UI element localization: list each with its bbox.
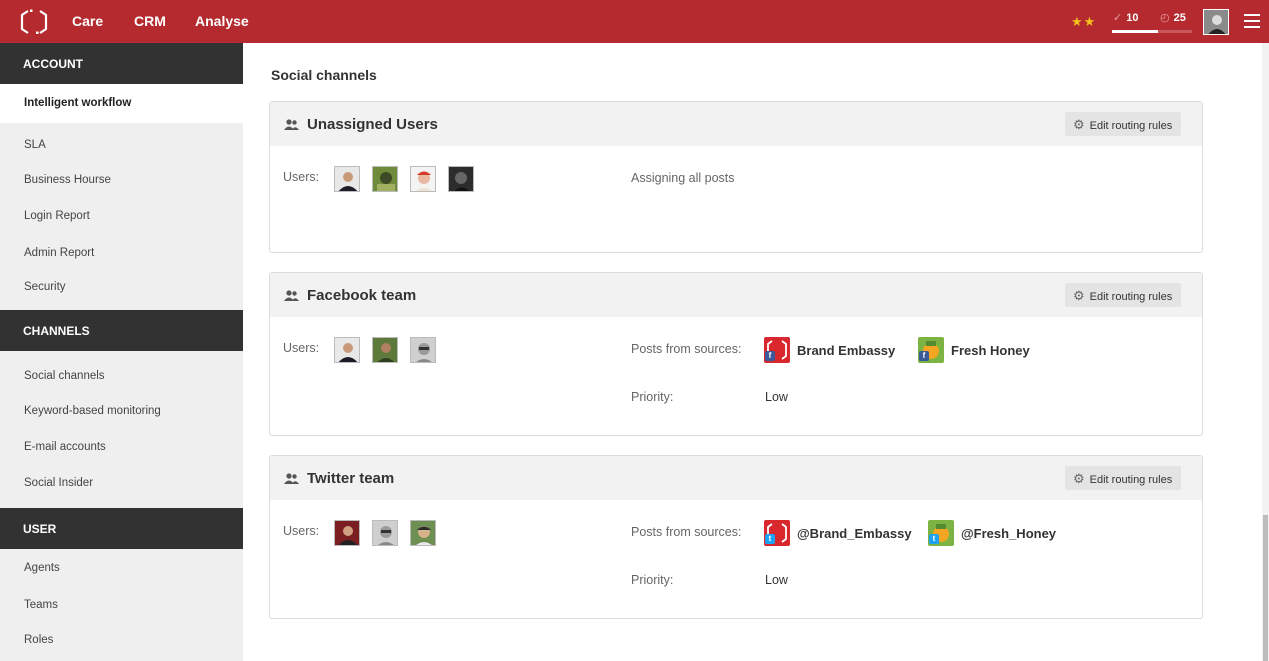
- checks-count: 10: [1126, 12, 1139, 24]
- sidebar-section-account: ACCOUNT: [0, 43, 243, 84]
- edit-routing-rules-button[interactable]: ⚙ Edit routing rules: [1065, 283, 1182, 307]
- clock-icon: ◴: [1160, 12, 1170, 24]
- top-navigation-bar: Care CRM Analyse ★★ ✓ 10 ◴ 25: [0, 0, 1269, 43]
- users-icon: [284, 290, 299, 301]
- nav-care[interactable]: Care: [72, 13, 103, 29]
- twitter-icon: t: [765, 534, 775, 544]
- checks-progress-bar: [1112, 30, 1192, 33]
- source-fresh-honey-facebook[interactable]: f Fresh Honey: [918, 337, 1048, 363]
- sidebar-item-business-hours[interactable]: Business Hourse: [24, 174, 111, 186]
- brand-logo[interactable]: [19, 9, 49, 35]
- users-label: Users:: [283, 524, 320, 538]
- avatar[interactable]: [334, 520, 360, 546]
- sidebar-item-social-channels[interactable]: Social channels: [24, 370, 105, 382]
- edit-routing-rules-label: Edit routing rules: [1089, 291, 1173, 303]
- source-name: @Brand_Embassy: [797, 526, 912, 541]
- checks-progress-fill: [1112, 30, 1159, 33]
- source-name: Brand Embassy: [797, 343, 896, 358]
- avatar[interactable]: [410, 520, 436, 546]
- card-title: Twitter team: [307, 470, 395, 487]
- users-icon: [284, 473, 299, 484]
- sidebar-section-channels: CHANNELS: [0, 310, 243, 351]
- assignment-text: Assigning all posts: [631, 171, 735, 185]
- team-card-twitter: Twitter team ⚙ Edit routing rules Users: …: [269, 455, 1203, 619]
- users-label: Users:: [283, 170, 320, 184]
- avatar[interactable]: [334, 166, 360, 192]
- avatar[interactable]: [448, 166, 474, 192]
- card-header: Facebook team ⚙ Edit routing rules: [270, 273, 1202, 317]
- avatar[interactable]: [372, 520, 398, 546]
- card-title: Unassigned Users: [307, 116, 438, 133]
- timer-counter[interactable]: ◴ 25: [1160, 11, 1186, 24]
- team-card-unassigned: Unassigned Users ⚙ Edit routing rules Use…: [269, 101, 1203, 253]
- facebook-icon: f: [919, 351, 929, 361]
- source-brand-embassy-facebook[interactable]: f Brand Embassy: [764, 337, 904, 363]
- menu-icon[interactable]: [1244, 14, 1260, 28]
- page-title: Social channels: [271, 67, 377, 83]
- team-card-facebook: Facebook team ⚙ Edit routing rules Users:…: [269, 272, 1203, 436]
- priority-label: Priority:: [631, 573, 674, 587]
- priority-value: Low: [765, 390, 788, 404]
- priority-label: Priority:: [631, 390, 674, 404]
- edit-routing-rules-button[interactable]: ⚙ Edit routing rules: [1065, 112, 1182, 136]
- source-brand-embassy-twitter[interactable]: t @Brand_Embassy: [764, 520, 914, 546]
- sidebar-item-teams[interactable]: Teams: [24, 599, 58, 611]
- timer-count: 25: [1173, 12, 1186, 24]
- sidebar-item-admin-report[interactable]: Admin Report: [24, 247, 94, 259]
- avatar[interactable]: [372, 337, 398, 363]
- check-icon: ✓: [1113, 12, 1123, 24]
- facebook-icon: f: [765, 351, 775, 361]
- sidebar-item-keyword-monitoring[interactable]: Keyword-based monitoring: [24, 405, 161, 417]
- avatar[interactable]: [372, 166, 398, 192]
- sidebar-section-user: USER: [0, 508, 243, 549]
- nav-crm[interactable]: CRM: [134, 13, 166, 29]
- source-name: Fresh Honey: [951, 343, 1030, 358]
- gear-icon: ⚙: [1073, 117, 1085, 132]
- edit-routing-rules-label: Edit routing rules: [1089, 120, 1173, 132]
- avatar[interactable]: [410, 337, 436, 363]
- edit-routing-rules-label: Edit routing rules: [1089, 474, 1173, 486]
- sidebar-item-intelligent-workflow[interactable]: Intelligent workflow: [0, 84, 243, 123]
- edit-routing-rules-button[interactable]: ⚙ Edit routing rules: [1065, 466, 1182, 490]
- sidebar-item-security[interactable]: Security: [24, 281, 66, 293]
- card-header: Twitter team ⚙ Edit routing rules: [270, 456, 1202, 500]
- users-icon: [284, 119, 299, 130]
- nav-analyse[interactable]: Analyse: [195, 13, 249, 29]
- card-header: Unassigned Users ⚙ Edit routing rules: [270, 102, 1202, 146]
- card-title: Facebook team: [307, 287, 417, 304]
- users-label: Users:: [283, 341, 320, 355]
- source-fresh-honey-twitter[interactable]: t @Fresh_Honey: [928, 520, 1068, 546]
- sidebar-item-social-insider[interactable]: Social Insider: [24, 477, 93, 489]
- sidebar-item-email-accounts[interactable]: E-mail accounts: [24, 441, 106, 453]
- sources-label: Posts from sources:: [631, 525, 742, 539]
- checks-counter[interactable]: ✓ 10: [1113, 11, 1138, 24]
- avatar[interactable]: [410, 166, 436, 192]
- rating-stars-icon[interactable]: ★★: [1071, 14, 1096, 30]
- twitter-icon: t: [929, 534, 939, 544]
- sidebar-item-sla[interactable]: SLA: [24, 139, 46, 151]
- avatar[interactable]: [334, 337, 360, 363]
- sidebar: ACCOUNT Intelligent workflow SLA Busines…: [0, 43, 243, 661]
- source-name: @Fresh_Honey: [961, 526, 1057, 541]
- user-avatar[interactable]: [1203, 9, 1229, 35]
- priority-value: Low: [765, 573, 788, 587]
- sidebar-item-login-report[interactable]: Login Report: [24, 210, 90, 222]
- sidebar-item-agents[interactable]: Agents: [24, 562, 60, 574]
- gear-icon: ⚙: [1073, 288, 1085, 303]
- sidebar-item-roles[interactable]: Roles: [24, 634, 53, 646]
- gear-icon: ⚙: [1073, 471, 1085, 486]
- scrollbar-thumb[interactable]: [1263, 515, 1268, 661]
- sources-label: Posts from sources:: [631, 342, 742, 356]
